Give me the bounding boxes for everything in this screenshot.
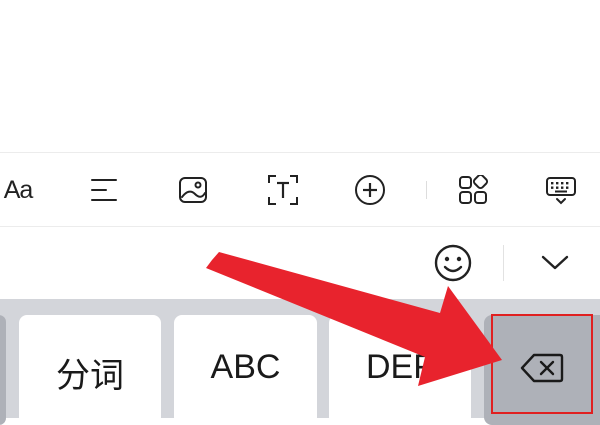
align-icon [91, 179, 117, 201]
key-label: ABC [210, 348, 281, 386]
emoji-button[interactable] [428, 227, 478, 299]
keyboard-button[interactable] [533, 153, 589, 227]
text-editing-area[interactable] [0, 0, 600, 152]
chevron-down-icon [541, 255, 569, 270]
backspace-icon [520, 353, 564, 383]
image-icon [179, 177, 207, 203]
delete-key[interactable] [484, 315, 600, 425]
key-abc[interactable]: ABC [174, 315, 317, 425]
image-button[interactable] [165, 153, 221, 227]
format-toolbar: Aa [0, 152, 600, 227]
key-fenci[interactable]: 分词 [19, 315, 161, 425]
font-style-button[interactable]: Aa [0, 153, 46, 227]
smiley-icon [434, 244, 472, 282]
apps-icon [459, 175, 488, 204]
keyboard-icon [546, 177, 576, 205]
keyboard-panel: 分词 ABC DEF [0, 299, 600, 425]
collapse-keyboard-button[interactable] [530, 227, 580, 299]
apps-button[interactable] [445, 153, 501, 227]
font-style-label: Aa [3, 175, 34, 204]
insert-button[interactable] [342, 153, 398, 227]
key-label: 分词 [56, 357, 124, 395]
text-box-icon [268, 175, 298, 205]
key-def[interactable]: DEF [329, 315, 471, 425]
toolbar-separator [426, 181, 427, 199]
add-circle-icon [355, 175, 385, 205]
text-box-button[interactable] [255, 153, 311, 227]
candidate-bar [0, 227, 600, 299]
key-label: DEF [366, 348, 434, 386]
candidate-separator [503, 245, 504, 281]
align-button[interactable] [77, 153, 133, 227]
key-left-edge[interactable] [0, 315, 6, 425]
